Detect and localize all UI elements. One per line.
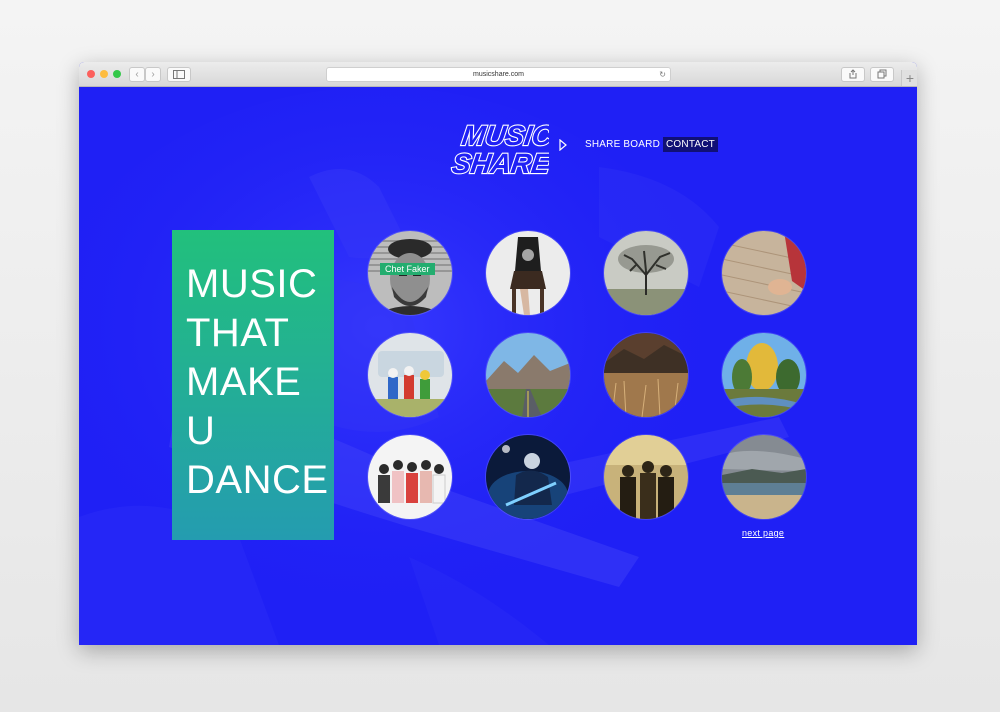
gallery-item[interactable]: [604, 435, 688, 519]
band-sepia-photo: [604, 435, 688, 519]
hero-line: MUSIC: [186, 262, 318, 306]
next-page-link[interactable]: next page: [742, 528, 784, 538]
hero-line: U: [186, 409, 216, 453]
browser-toolbar: ‹ › musicshare.com ↻ +: [79, 62, 917, 87]
zoom-window-button[interactable]: [113, 70, 121, 78]
share-icon: [849, 69, 857, 79]
hero-line: DANCE: [186, 458, 329, 502]
lone-tree-photo: [604, 231, 688, 315]
nav-share-board[interactable]: SHARE BOARD: [582, 137, 663, 152]
toy-figures-photo: [368, 333, 452, 417]
logo-line-2: SHARE: [450, 148, 549, 179]
band-group-photo: [368, 435, 452, 519]
gallery-item[interactable]: [486, 333, 570, 417]
sidebar-icon: [173, 70, 185, 79]
dry-grass-photo: [604, 333, 688, 417]
hero-line: THAT: [186, 311, 290, 355]
gallery-item[interactable]: [604, 231, 688, 315]
reload-icon[interactable]: ↻: [659, 68, 666, 81]
tabs-overview-button[interactable]: [870, 67, 894, 82]
url-text: musicshare.com: [473, 71, 524, 78]
share-button[interactable]: [841, 67, 865, 82]
hand-on-rug-photo: [722, 231, 806, 315]
back-button[interactable]: ‹: [129, 67, 145, 82]
beach-photo: [722, 435, 806, 519]
woman-on-stool-photo: [486, 231, 570, 315]
hero-panel: MUSIC THAT MAKE U DANCE: [172, 230, 334, 540]
sidebar-toggle-button[interactable]: [167, 67, 191, 82]
artist-name-tag[interactable]: Chet Faker: [380, 263, 435, 275]
gallery-item[interactable]: [722, 333, 806, 417]
minimize-window-button[interactable]: [100, 70, 108, 78]
logo-line-1: MUSIC: [460, 120, 549, 151]
forward-button[interactable]: ›: [145, 67, 161, 82]
gallery-item[interactable]: [368, 333, 452, 417]
address-bar[interactable]: musicshare.com ↻: [326, 67, 671, 82]
tabs-icon: [877, 69, 887, 79]
autumn-creek-photo: [722, 333, 806, 417]
gallery-item[interactable]: [486, 435, 570, 519]
gallery-item-chet-faker[interactable]: Chet Faker: [368, 231, 452, 315]
browser-window: ‹ › musicshare.com ↻ + MUSIC SHARE SHARE…: [79, 62, 917, 645]
gallery-item[interactable]: [486, 231, 570, 315]
hero-line: MAKE: [186, 360, 302, 404]
mountain-road-photo: [486, 333, 570, 417]
gallery-item[interactable]: [604, 333, 688, 417]
page-viewport: MUSIC SHARE SHARE BOARD CONTACT MUSIC TH…: [79, 87, 917, 645]
triangle-right-icon: [559, 139, 567, 151]
gallery-item[interactable]: [722, 231, 806, 315]
gallery-item[interactable]: [722, 435, 806, 519]
new-tab-button[interactable]: +: [901, 70, 917, 86]
live-performer-photo: [486, 435, 570, 519]
music-share-logo[interactable]: MUSIC SHARE: [449, 115, 549, 181]
gallery-item[interactable]: [368, 435, 452, 519]
nav-contact[interactable]: CONTACT: [663, 137, 718, 152]
close-window-button[interactable]: [87, 70, 95, 78]
